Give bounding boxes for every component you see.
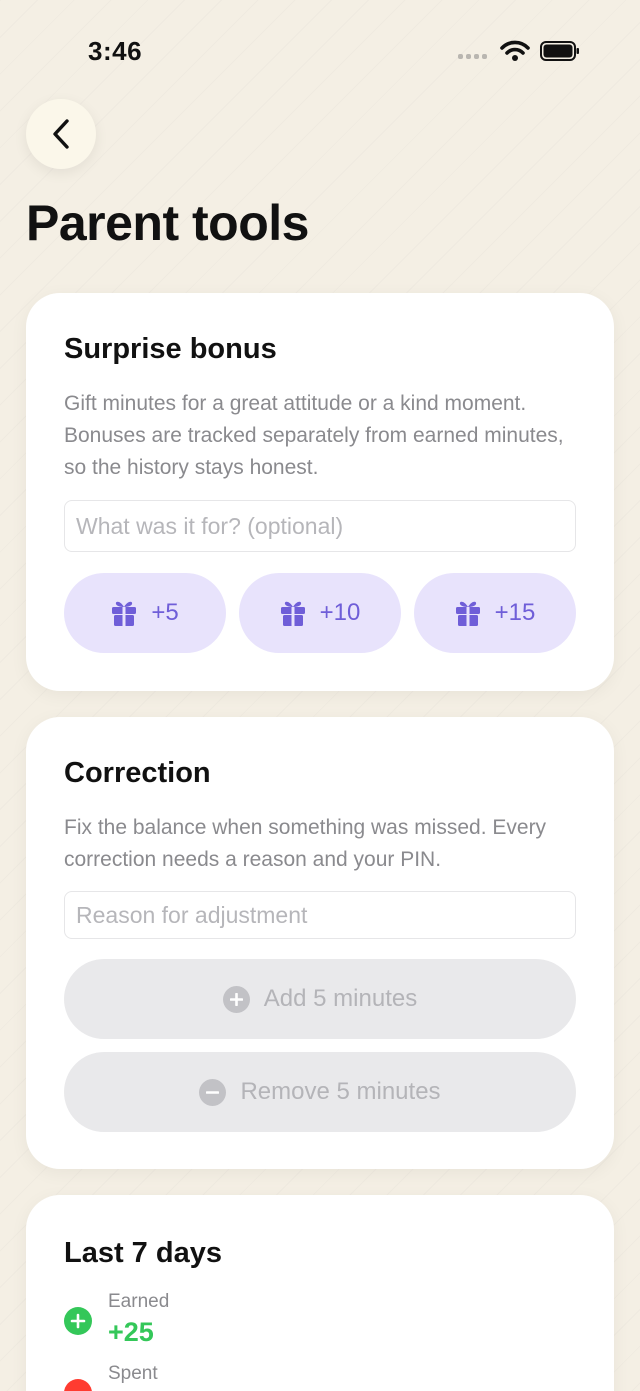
bonus-5-label: +5 [151,599,179,626]
add-5-minutes-button[interactable]: Add 5 minutes [64,959,576,1039]
bonus-15-label: +15 [494,599,536,626]
plus-circle-icon [64,1307,92,1335]
surprise-bonus-description: Gift minutes for a great attitude or a k… [64,392,564,479]
page-title: Parent tools [26,195,309,251]
minus-circle-icon [199,1078,227,1106]
add-5-minutes-label: Add 5 minutes [263,985,418,1012]
surprise-bonus-card: Surprise bonus Gift minutes for a great … [26,293,614,691]
bonus-15-button[interactable]: +15 [414,573,576,653]
earned-value: +25 [108,1317,154,1347]
plus-circle-icon [222,985,250,1013]
last-7-days-card: Last 7 days Earned +25 Spent [26,1195,614,1391]
minus-circle-icon [64,1379,92,1391]
last-7-days-title: Last 7 days [64,1237,222,1269]
status-time: 3:46 [88,36,143,66]
gift-icon [455,601,480,626]
chevron-left-icon [53,119,69,149]
correction-card: Correction Fix the balance when somethin… [26,717,614,1169]
correction-description: Fix the balance when something was misse… [64,816,547,871]
bonus-reason-input[interactable] [64,500,576,552]
spent-label: Spent [108,1363,158,1384]
surprise-bonus-title: Surprise bonus [64,333,277,365]
bonus-10-button[interactable]: +10 [239,573,401,653]
bonus-10-label: +10 [319,599,361,626]
earned-label: Earned [108,1291,170,1312]
bonus-button-row: +5 +10 +15 [64,573,576,653]
battery-icon [540,41,579,61]
wifi-icon [500,40,530,61]
remove-5-minutes-label: Remove 5 minutes [240,1078,441,1105]
correction-title: Correction [64,757,211,789]
back-button[interactable] [26,99,96,169]
cellular-signal-icon [458,54,487,59]
remove-5-minutes-button[interactable]: Remove 5 minutes [64,1052,576,1132]
status-bar: 3:46 [0,0,640,100]
gift-icon [280,601,305,626]
bonus-5-button[interactable]: +5 [64,573,226,653]
gift-icon [112,601,137,626]
adjustment-reason-input[interactable] [64,891,576,939]
